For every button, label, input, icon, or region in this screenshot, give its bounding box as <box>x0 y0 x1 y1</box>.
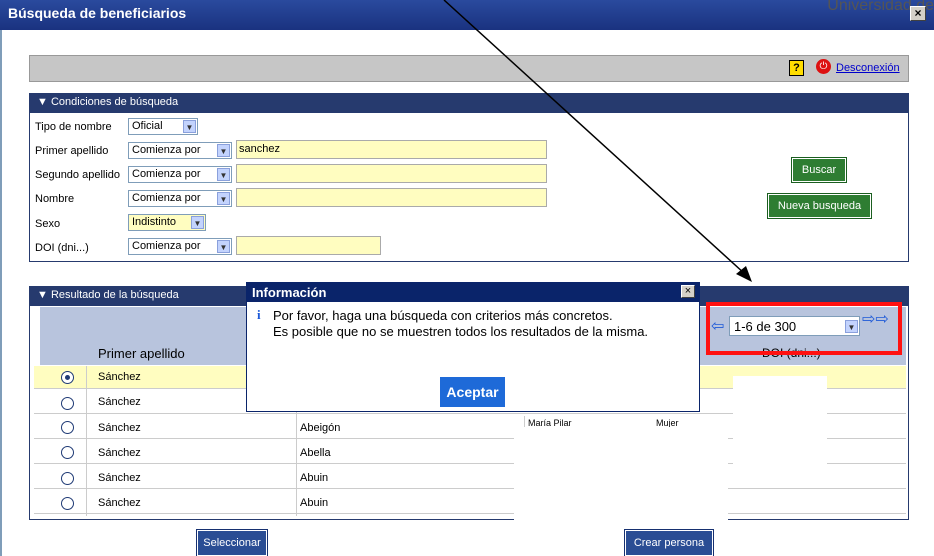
annotation-arrow <box>443 0 752 282</box>
arrow-line <box>443 0 746 275</box>
